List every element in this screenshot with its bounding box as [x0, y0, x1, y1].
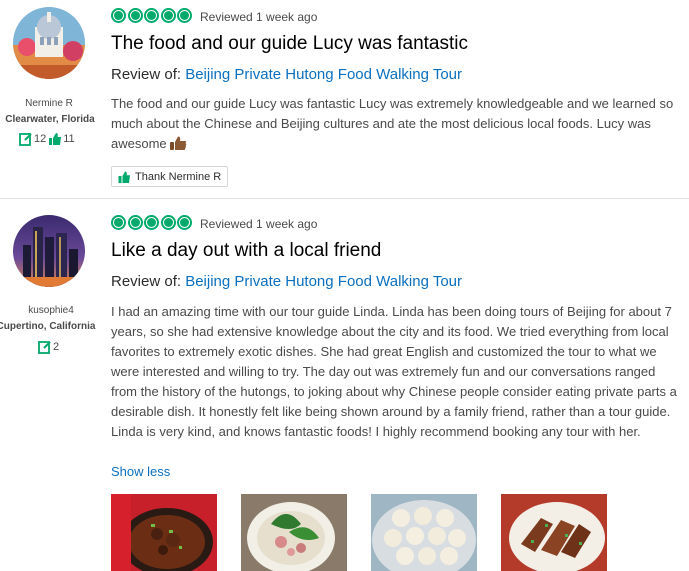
rating-bubble-icon — [177, 8, 192, 23]
review-date: Reviewed 1 week ago — [200, 217, 318, 231]
review-count-icon — [38, 341, 51, 354]
avatar[interactable] — [13, 215, 85, 287]
thumbs-up-icon — [118, 171, 130, 183]
rating-bubbles — [111, 215, 194, 230]
review-card: kusophie4 Cupertino, California 2 Review… — [0, 199, 689, 571]
thank-reviewer-button[interactable]: Thank Nermine R — [111, 166, 229, 187]
review-body: I had an amazing time with our tour guid… — [111, 304, 677, 439]
helpful-votes-icon — [49, 133, 62, 145]
review-body-text: The food and our guide Lucy was fantasti… — [111, 96, 674, 151]
review-card: Nermine R Clearwater, Florida 12 11 Revi… — [0, 0, 689, 199]
review-count: 2 — [53, 341, 60, 353]
thank-button-label: Thank Nermine R — [135, 170, 222, 183]
review-date: Reviewed 1 week ago — [200, 10, 318, 24]
rating-bubble-icon — [177, 215, 192, 230]
review-count: 12 — [34, 133, 47, 145]
thumbs-up-emoji-icon — [169, 136, 186, 150]
username[interactable]: Nermine R — [0, 98, 104, 109]
attraction-link[interactable]: Beijing Private Hutong Food Walking Tour — [185, 273, 462, 290]
review-body: The food and our guide Lucy was fantasti… — [111, 94, 681, 154]
vegetable-dish-photo[interactable] — [241, 494, 347, 571]
attraction-link[interactable]: Beijing Private Hutong Food Walking Tour — [185, 66, 462, 83]
user-location: Clearwater, Florida — [5, 114, 95, 125]
beef-noodle-soup-photo[interactable] — [111, 494, 217, 571]
review-title[interactable]: The food and our guide Lucy was fantasti… — [111, 33, 468, 55]
rating-bubble-icon — [160, 8, 176, 23]
review-count-icon — [19, 133, 32, 146]
review-title[interactable]: Like a day out with a local friend — [111, 240, 381, 262]
review-of-label: Review of: — [111, 66, 182, 83]
rating-bubble-icon — [144, 215, 159, 230]
review-of: Review of: Beijing Private Hutong Food W… — [111, 273, 462, 290]
user-contributions: 12 11 — [19, 132, 75, 146]
show-less-link[interactable]: Show less — [111, 464, 170, 479]
rating-bubble-icon — [144, 8, 159, 23]
steamed-dumplings-photo[interactable] — [371, 494, 477, 571]
sliced-meat-dish-photo[interactable] — [501, 494, 607, 571]
username[interactable]: kusophie4 — [0, 305, 106, 316]
helpful-votes-count: 11 — [63, 133, 75, 145]
avatar[interactable] — [13, 7, 85, 79]
rating-bubble-icon — [111, 215, 126, 230]
review-of: Review of: Beijing Private Hutong Food W… — [111, 66, 462, 83]
user-contributions: 2 — [38, 340, 59, 354]
rating-bubble-icon — [127, 8, 143, 23]
user-location: Cupertino, California — [0, 321, 96, 332]
rating-bubbles — [111, 8, 194, 23]
rating-bubble-icon — [160, 215, 176, 230]
review-of-label: Review of: — [111, 273, 182, 290]
rating-bubble-icon — [127, 215, 143, 230]
rating-bubble-icon — [111, 8, 126, 23]
